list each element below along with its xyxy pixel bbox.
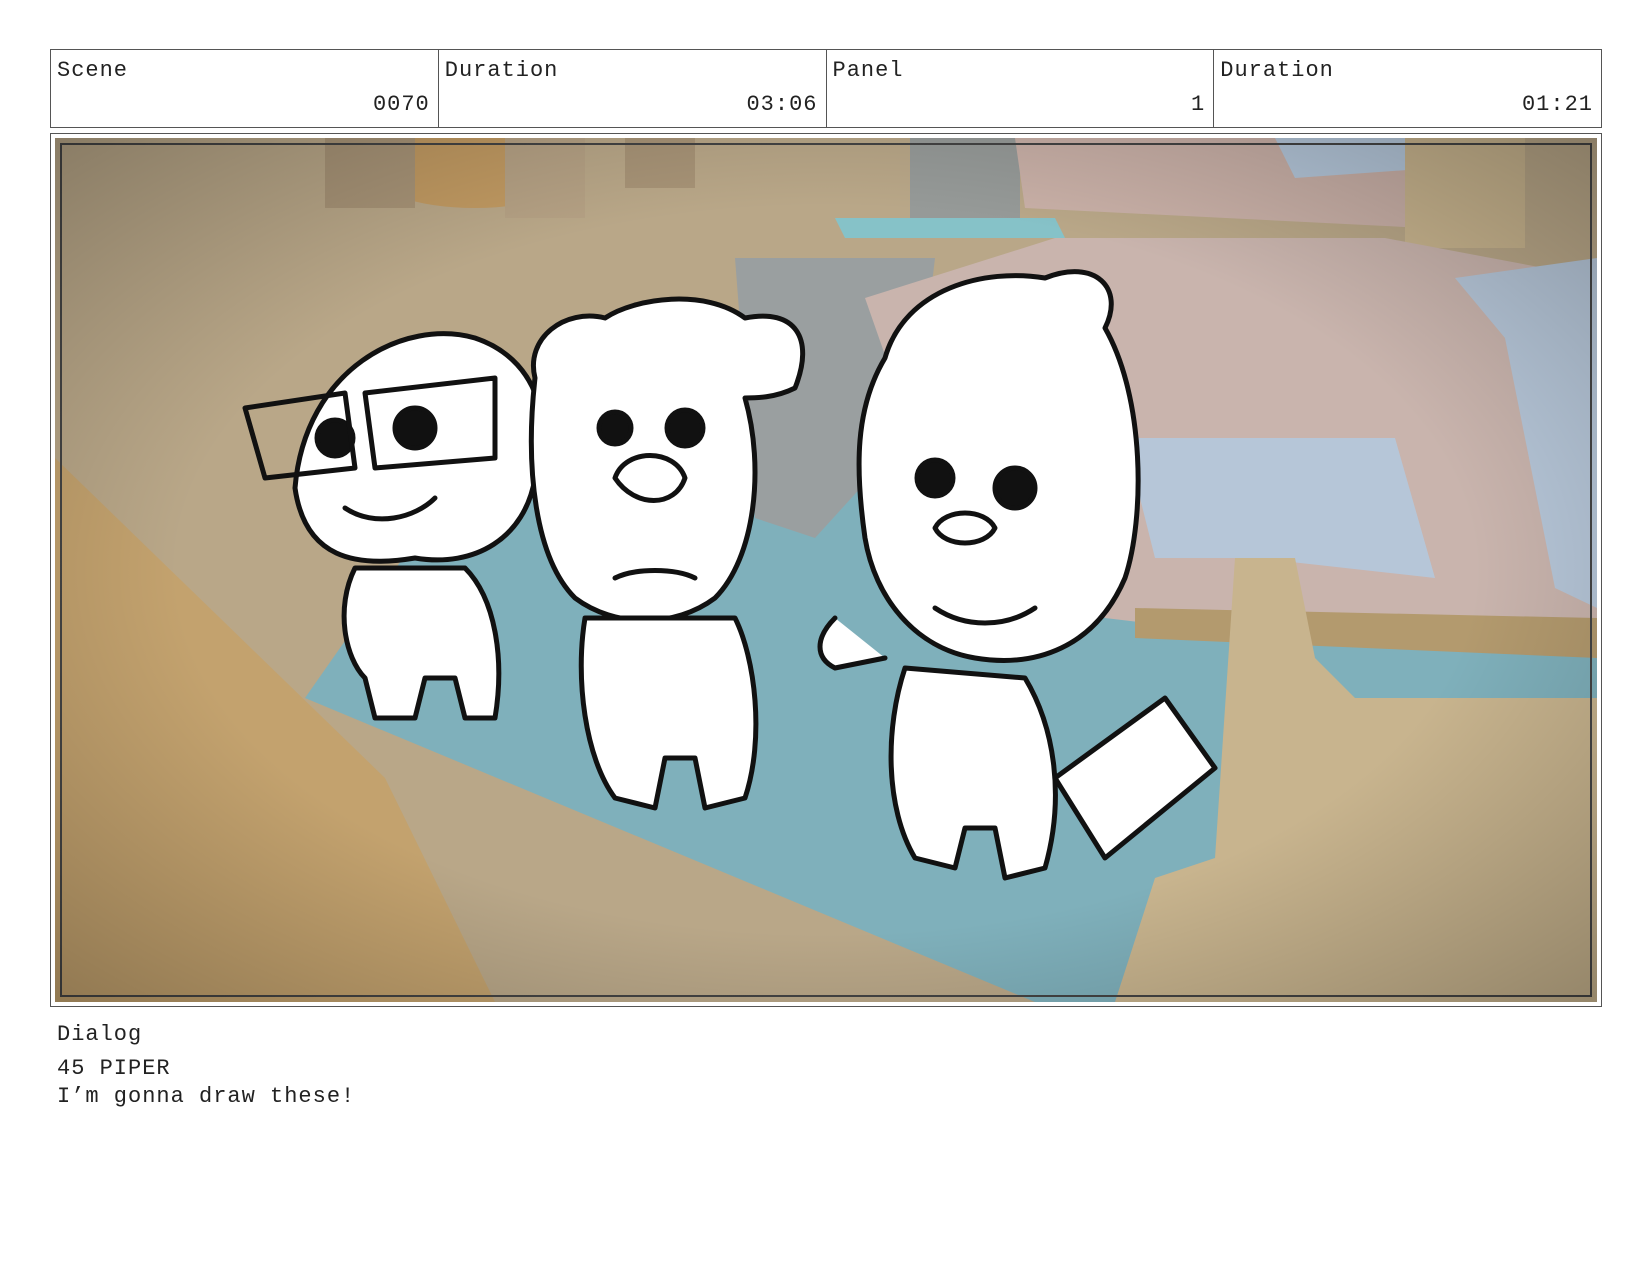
dialog-label: Dialog bbox=[57, 1022, 143, 1047]
scene-duration-value: 03:06 bbox=[746, 92, 818, 117]
scene-label: Scene bbox=[57, 58, 129, 83]
scene-duration-cell: Duration 03:06 bbox=[439, 50, 827, 127]
panel-number: 1 bbox=[1191, 92, 1206, 117]
dialog-speaker: 45 PIPER bbox=[57, 1056, 171, 1081]
dialog-line: I’m gonna draw these! bbox=[57, 1084, 356, 1109]
storyboard-panel bbox=[50, 133, 1602, 1007]
panel-cell: Panel 1 bbox=[827, 50, 1215, 127]
panel-duration-label: Duration bbox=[1220, 58, 1334, 83]
panel-duration-cell: Duration 01:21 bbox=[1214, 50, 1601, 127]
vignette-shape bbox=[55, 138, 1597, 1002]
panel-label: Panel bbox=[832, 58, 904, 83]
scene-cell: Scene 0070 bbox=[51, 50, 439, 127]
storyboard-panel-image bbox=[55, 138, 1597, 1002]
panel-header: Scene 0070 Duration 03:06 Panel 1 Durati… bbox=[50, 49, 1602, 128]
scene-duration-label: Duration bbox=[444, 58, 559, 83]
panel-duration-value: 01:21 bbox=[1521, 92, 1593, 117]
scene-number: 0070 bbox=[372, 92, 430, 117]
